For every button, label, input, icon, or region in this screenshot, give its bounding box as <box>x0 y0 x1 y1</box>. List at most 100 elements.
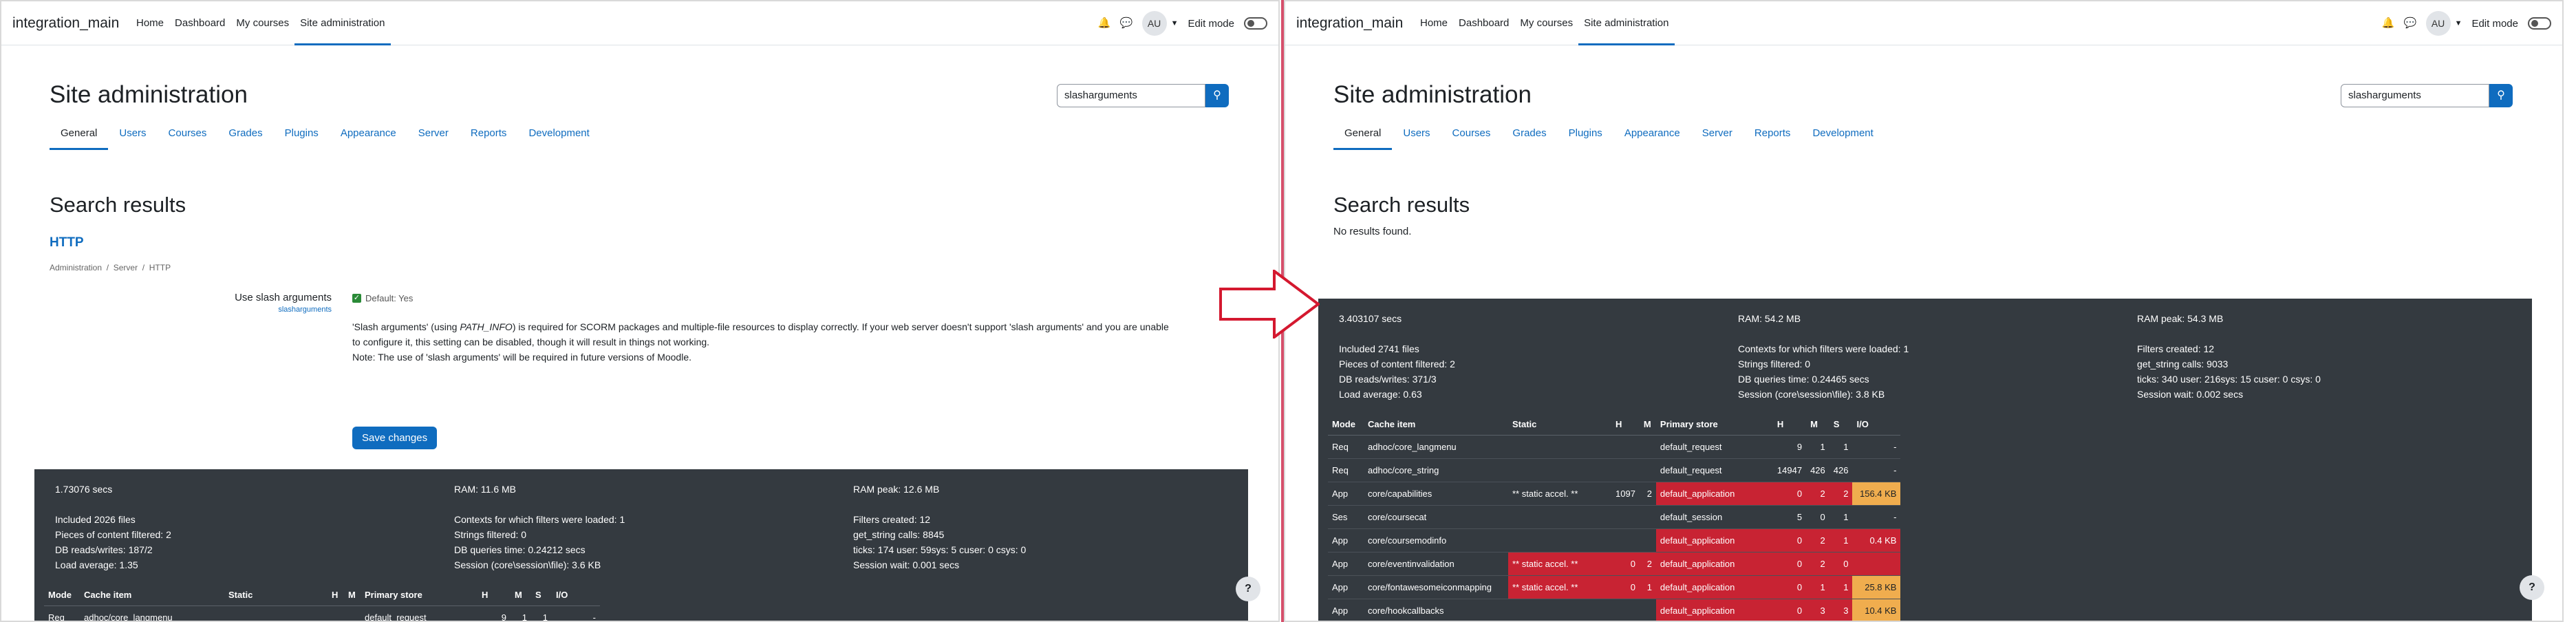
admin-tabs: General Users Courses Grades Plugins App… <box>50 121 1240 150</box>
help-icon[interactable]: ? <box>2520 575 2544 600</box>
table-row: App core/hookcallbacks default_application… <box>1328 599 1901 621</box>
table-cell <box>1508 528 1611 553</box>
tab-plugins[interactable]: Plugins <box>274 121 330 150</box>
tab-development[interactable]: Development <box>1801 121 1884 150</box>
tab-grades[interactable]: Grades <box>1501 121 1557 150</box>
tab-plugins[interactable]: Plugins <box>1558 121 1613 150</box>
tab-server[interactable]: Server <box>1691 121 1743 150</box>
table-row: App core/coursemodinfo default_application… <box>1328 528 1901 553</box>
table-cell: - <box>1852 458 1901 482</box>
perf-col: RAM: 54.2 MB Contexts for which filters … <box>1738 313 1909 400</box>
breadcrumb-item[interactable]: Administration <box>50 263 102 272</box>
table-cell: Req <box>1328 435 1364 459</box>
performance-footer: 1.73076 secs Included 2026 files Pieces … <box>34 469 1248 621</box>
table-cell: Req <box>1328 458 1364 482</box>
search-icon: ⚲ <box>1213 89 1221 101</box>
table-cell <box>1508 505 1611 529</box>
table-cell: 10.4 KB <box>1852 599 1901 621</box>
edit-mode-toggle[interactable] <box>1244 17 1267 30</box>
tab-appearance[interactable]: Appearance <box>1613 121 1691 150</box>
tab-appearance[interactable]: Appearance <box>330 121 407 150</box>
nav-home[interactable]: Home <box>131 1 169 45</box>
table-cell: default_application <box>1655 599 1773 621</box>
search-button[interactable]: ⚲ <box>2489 84 2513 107</box>
breadcrumb-item[interactable]: HTTP <box>149 263 171 272</box>
site-brand[interactable]: integration_main <box>1296 15 1403 32</box>
nav-home[interactable]: Home <box>1415 1 1453 45</box>
table-cell: 3 <box>1829 599 1853 621</box>
column-header: Static <box>1508 414 1611 436</box>
column-header: S <box>531 585 552 606</box>
nav-dashboard[interactable]: Dashboard <box>169 1 230 45</box>
search-button[interactable]: ⚲ <box>1205 84 1229 107</box>
edit-mode-toggle[interactable] <box>2528 17 2551 30</box>
search-input[interactable]: slasharguments <box>1057 84 1205 107</box>
navbar: integration_main Home Dashboard My cours… <box>1 1 1278 45</box>
tab-server[interactable]: Server <box>407 121 460 150</box>
table-cell: ** static accel. ** <box>1508 482 1611 506</box>
tab-general[interactable]: General <box>1333 121 1393 150</box>
bell-icon[interactable]: 🔔 <box>1098 17 1111 30</box>
table-cell: default_request <box>1655 435 1773 459</box>
table-cell: App <box>1328 528 1364 553</box>
table-cell: 0 <box>1772 599 1807 621</box>
nav-dashboard[interactable]: Dashboard <box>1453 1 1514 45</box>
edit-mode-label: Edit mode <box>2471 17 2518 30</box>
help-icon[interactable]: ? <box>1236 577 1260 601</box>
table-cell: 1 <box>1639 575 1656 599</box>
chevron-down-icon[interactable]: ▼ <box>1171 19 1179 28</box>
tab-reports[interactable]: Reports <box>460 121 518 150</box>
site-brand[interactable]: integration_main <box>12 15 119 32</box>
avatar[interactable]: AU <box>1141 11 1167 36</box>
table-cell <box>1508 599 1611 621</box>
save-button[interactable]: Save changes <box>352 427 438 449</box>
column-header: H <box>328 585 344 606</box>
right-panel: integration_main Home Dashboard My cours… <box>1284 0 2564 622</box>
tab-grades[interactable]: Grades <box>217 121 273 150</box>
column-header: Static <box>224 585 328 606</box>
table-cell: default_application <box>1655 482 1773 506</box>
tab-general[interactable]: General <box>50 121 109 150</box>
avatar[interactable]: AU <box>2425 11 2451 36</box>
search-input[interactable]: slasharguments <box>2341 84 2489 107</box>
nav-my-courses[interactable]: My courses <box>230 1 294 45</box>
page-title: Site administration <box>1333 81 1532 108</box>
table-cell: 156.4 KB <box>1852 482 1901 506</box>
table-cell: 1 <box>1829 528 1853 553</box>
tab-reports[interactable]: Reports <box>1743 121 1802 150</box>
tab-courses[interactable]: Courses <box>158 121 218 150</box>
column-header: M <box>1806 414 1829 436</box>
column-header: I/O <box>1852 414 1901 436</box>
table-cell: 5 <box>1772 505 1807 529</box>
tab-development[interactable]: Development <box>517 121 600 150</box>
breadcrumb-item[interactable]: Server <box>114 263 138 272</box>
table-cell: default_request <box>361 605 477 621</box>
table-cell: 0 <box>1772 575 1807 599</box>
tab-courses[interactable]: Courses <box>1441 121 1502 150</box>
table-cell <box>1611 458 1640 482</box>
chat-icon[interactable]: 💬 <box>1120 17 1133 30</box>
table-cell: core/coursecat <box>1364 505 1508 529</box>
table-cell: 0.4 KB <box>1852 528 1901 553</box>
table-cell: 9 <box>477 605 511 621</box>
table-cell <box>1639 505 1656 529</box>
chevron-down-icon[interactable]: ▼ <box>2455 19 2462 28</box>
table-cell: 2 <box>1806 552 1829 576</box>
admin-search: slasharguments ⚲ <box>2341 84 2513 107</box>
nav-my-courses[interactable]: My courses <box>1514 1 1578 45</box>
table-cell <box>1611 599 1640 621</box>
table-cell: 1 <box>1829 575 1853 599</box>
setting-checkbox[interactable]: ✓ <box>352 294 361 303</box>
perf-col: RAM peak: 12.6 MB Filters created: 12 ge… <box>853 484 1027 570</box>
column-header: M <box>511 585 531 606</box>
bell-icon[interactable]: 🔔 <box>2382 17 2395 30</box>
tab-users[interactable]: Users <box>108 121 157 150</box>
nav-site-administration[interactable]: Site administration <box>1578 1 1675 45</box>
section-link-http[interactable]: HTTP <box>50 235 84 250</box>
table-cell: 0 <box>1772 552 1807 576</box>
nav-site-administration[interactable]: Site administration <box>294 1 391 45</box>
tab-users[interactable]: Users <box>1392 121 1441 150</box>
chat-icon[interactable]: 💬 <box>2404 17 2417 30</box>
table-row: Req adhoc/core_langmenu default_request 9 1 1… <box>1328 435 1901 459</box>
column-header: H <box>1611 414 1640 436</box>
